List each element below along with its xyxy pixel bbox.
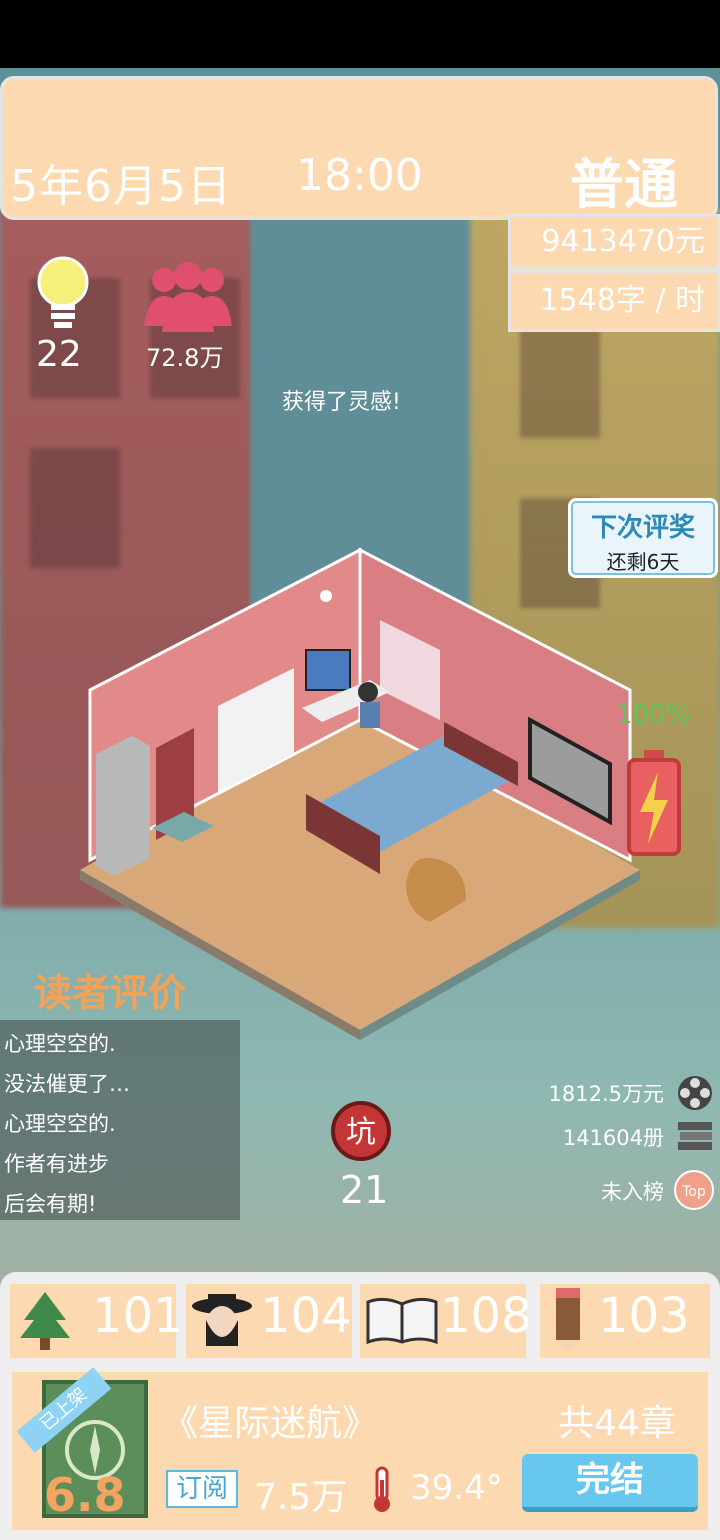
finish-book-button[interactable]: 完结: [522, 1454, 698, 1512]
money-display: 9413470元: [508, 214, 720, 270]
energy-percent: 100%: [616, 700, 691, 730]
ranking-top-label: Top: [681, 1184, 706, 1200]
writer-character-icon: [358, 682, 378, 702]
open-book-icon: [366, 1297, 438, 1345]
cabinet-icon: [96, 736, 150, 876]
reader-reviews-title: 读者评价: [34, 971, 187, 1015]
pencil-icon: [556, 1288, 580, 1354]
review-line: 没法催更了…: [4, 1072, 130, 1096]
book-score: 6.8: [44, 1468, 126, 1522]
subscription-tag: 订阅: [166, 1470, 238, 1508]
attribute-value-plot: 108: [440, 1288, 532, 1344]
book-title: 《星际迷航》: [162, 1403, 379, 1444]
lightbulb-icon[interactable]: [36, 256, 90, 334]
ranking-status: 未入榜: [601, 1180, 664, 1204]
book-stack-icon[interactable]: [676, 1120, 714, 1154]
battery-icon[interactable]: [626, 748, 682, 858]
game-date: 5年6月5日: [10, 161, 232, 212]
building-window: [520, 328, 600, 438]
total-income: 1812.5万元: [548, 1082, 664, 1106]
review-line: 作者有进步: [4, 1152, 109, 1176]
system-status-bar: [0, 0, 720, 68]
event-toast: 获得了灵感!: [282, 390, 401, 415]
writing-speed-display: 1548字 / 时: [508, 270, 720, 332]
film-reel-icon[interactable]: [676, 1074, 714, 1112]
fans-count: 72.8万: [146, 344, 224, 372]
subscription-count: 7.5万: [254, 1477, 348, 1518]
award-title: 下次评奖: [590, 513, 695, 543]
tree-icon: [20, 1292, 70, 1350]
review-line: 心理空空的.: [4, 1032, 116, 1056]
copies-sold: 141604册: [562, 1126, 664, 1150]
review-line: 心理空空的.: [4, 1112, 116, 1136]
character-icon: [192, 1294, 252, 1346]
pit-count: 21: [340, 1168, 389, 1212]
pit-icon-label: 坑: [346, 1115, 376, 1150]
inspiration-count: 22: [36, 334, 82, 375]
computer-monitor-icon: [305, 649, 351, 691]
difficulty-label[interactable]: 普通: [570, 140, 678, 219]
book-heat: 39.4°: [410, 1468, 503, 1508]
ranking-top-icon[interactable]: Top: [672, 1170, 716, 1210]
pit-icon[interactable]: 坑: [330, 1100, 392, 1162]
thermometer-icon: [374, 1466, 390, 1512]
attribute-value-writing: 103: [598, 1288, 690, 1344]
review-line: 后会有期!: [4, 1192, 97, 1216]
game-time: 18:00: [296, 150, 423, 201]
wall-clock-icon: [320, 590, 332, 602]
attribute-value-scenery: 101: [92, 1288, 184, 1344]
attribute-value-character: 104: [260, 1288, 352, 1344]
chapter-count: 共44章: [558, 1403, 676, 1444]
fans-icon[interactable]: [140, 262, 236, 334]
